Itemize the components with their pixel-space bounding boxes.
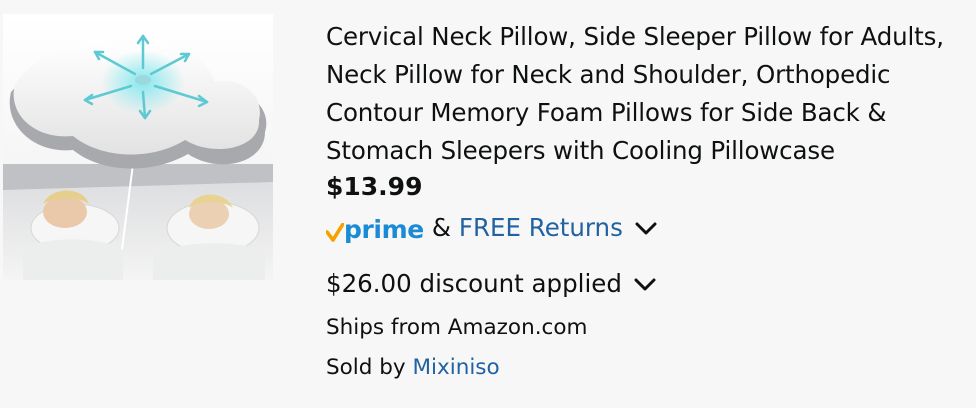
prime-row: prime & FREE Returns [326, 207, 974, 247]
title-line: Contour Memory Foam Pillows for Side Bac… [326, 98, 887, 127]
title-line: Neck Pillow for Neck and Shoulder, Ortho… [326, 60, 891, 89]
product-price: $13.99 [326, 172, 423, 201]
product-title[interactable]: Cervical Neck Pillow, Side Sleeper Pillo… [326, 18, 974, 170]
product-image[interactable] [3, 14, 273, 280]
title-line: Stomach Sleepers with Cooling Pillowcase [326, 136, 835, 165]
chevron-down-icon[interactable] [635, 213, 657, 242]
free-returns-link[interactable]: FREE Returns [459, 213, 623, 242]
pillow-photo-illustration [3, 14, 273, 280]
discount-text: $26.00 discount applied [326, 268, 622, 298]
product-card: Cervical Neck Pillow, Side Sleeper Pillo… [0, 0, 976, 408]
sold-by: Sold by Mixiniso [326, 353, 974, 383]
ships-from: Ships from Amazon.com [326, 315, 588, 340]
prime-check-icon [326, 223, 344, 242]
prime-badge: prime [326, 211, 424, 243]
seller-link[interactable]: Mixiniso [412, 355, 499, 380]
chevron-down-icon[interactable] [634, 269, 656, 298]
prime-label: prime [344, 215, 424, 244]
product-info: Cervical Neck Pillow, Side Sleeper Pillo… [326, 18, 974, 383]
ampersand: & [431, 212, 451, 242]
title-line: Cervical Neck Pillow, Side Sleeper Pillo… [326, 22, 944, 51]
sold-by-prefix: Sold by [326, 355, 413, 380]
discount-row[interactable]: $26.00 discount applied [326, 263, 974, 303]
